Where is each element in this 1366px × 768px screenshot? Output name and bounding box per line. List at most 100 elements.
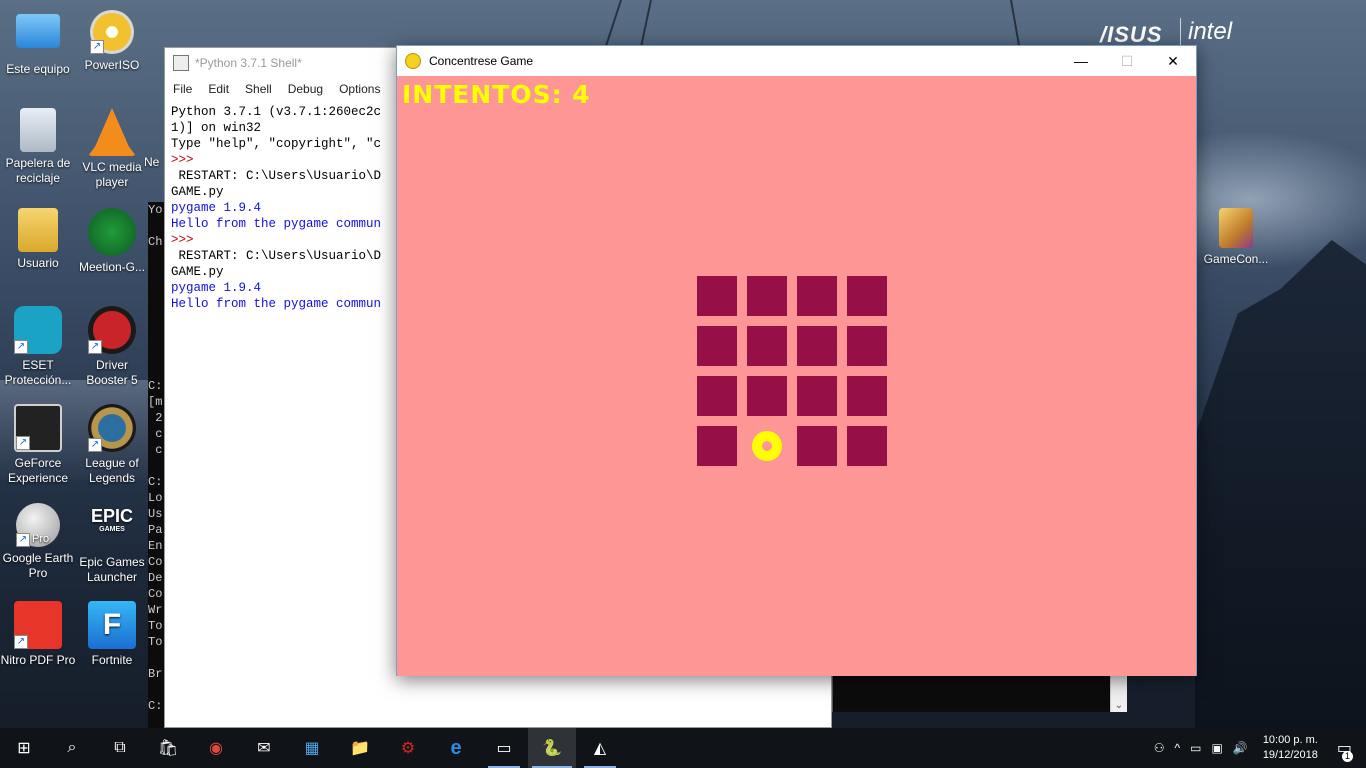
desktop-icon-partial[interactable]: Ne [144, 155, 164, 170]
hidden-tile[interactable] [797, 426, 837, 466]
hidden-tile[interactable] [797, 326, 837, 366]
desktop-icon-fortnite[interactable]: F Fortnite [74, 601, 150, 668]
desktop-icon-meetion[interactable]: Meetion-G... [74, 208, 150, 275]
menu-file[interactable]: File [165, 82, 200, 96]
epic-logo-subtext: GAMES [99, 526, 125, 533]
desktop-icon-geforce[interactable]: ↗ GeForce Experience [0, 404, 76, 486]
shortcut-arrow-icon: ↗ [88, 340, 102, 354]
geforce-icon: ↗ [14, 404, 62, 452]
scroll-down-icon[interactable]: ⌄ [1110, 676, 1127, 712]
desktop-icon-label: PowerISO [84, 58, 140, 72]
taskbar-python[interactable]: 🐍 [528, 728, 576, 768]
store-icon: 🛍 [157, 740, 179, 757]
eset-icon: ↗ [14, 306, 62, 354]
menu-shell[interactable]: Shell [237, 82, 280, 96]
clock-date: 19/12/2018 [1262, 749, 1318, 761]
taskbar-cmd[interactable]: ▭ [480, 728, 528, 768]
clock[interactable]: 10:00 p. m. 19/12/2018 [1263, 733, 1318, 763]
hidden-tile[interactable] [847, 326, 887, 366]
search-icon: ⌕ [67, 739, 77, 756]
close-button[interactable]: ✕ [1150, 46, 1196, 76]
hidden-tile[interactable] [697, 326, 737, 366]
hidden-tile[interactable] [747, 326, 787, 366]
taskbar-edge[interactable]: e [432, 728, 480, 768]
hidden-tile[interactable] [797, 376, 837, 416]
revealed-tile-circle[interactable] [747, 426, 787, 466]
game-canvas[interactable]: INTENTOS: 4 [397, 76, 1196, 676]
maximize-button[interactable]: ☐ [1104, 46, 1150, 76]
taskbar-weather[interactable]: ▦ [288, 728, 336, 768]
menu-edit[interactable]: Edit [200, 82, 237, 96]
menu-options[interactable]: Options [331, 82, 388, 96]
hidden-tile[interactable] [697, 376, 737, 416]
search-button[interactable]: ⌕ [48, 728, 96, 768]
start-button[interactable]: ⊞ [0, 728, 48, 768]
python-icon: 🐍 [542, 740, 562, 757]
nitro-pdf-icon: ↗ [14, 601, 62, 649]
hidden-tile[interactable] [747, 376, 787, 416]
game-folder-icon [1219, 208, 1253, 248]
shortcut-arrow-icon: ↗ [16, 533, 30, 547]
desktop-icon-google-earth[interactable]: ↗ Pro Google Earth Pro [0, 503, 76, 581]
volume-icon[interactable]: 🔊 [1233, 741, 1248, 755]
taskbar-pygame[interactable]: ◭ [576, 728, 624, 768]
desktop-icon-vlc[interactable]: VLC media player [74, 108, 150, 190]
hidden-tile[interactable] [847, 426, 887, 466]
python-file-icon [173, 55, 189, 71]
chevron-up-icon[interactable]: ^ [1175, 741, 1181, 755]
desktop-icon-league[interactable]: ↗ League of Legends [74, 404, 150, 486]
desktop-icon-label: GameCon... [1203, 252, 1269, 266]
task-view-button[interactable]: ⧉ [96, 728, 144, 768]
fortnite-icon: F [88, 601, 136, 649]
hidden-tile[interactable] [797, 276, 837, 316]
taskbar-file-explorer[interactable]: 📁 [336, 728, 384, 768]
desktop-icon-usuario[interactable]: Usuario [0, 208, 76, 271]
shell-title: *Python 3.7.1 Shell* [195, 56, 302, 70]
vlc-cone-icon [88, 108, 136, 156]
window-controls: — ☐ ✕ [1058, 46, 1196, 76]
pro-badge: Pro [32, 533, 50, 545]
minimize-button[interactable]: — [1058, 46, 1104, 76]
taskbar: ⊞ ⌕ ⧉ 🛍 ◉ ✉ ▦ 📁 ⚙ e ▭ 🐍 ◭ ⚇ ^ ▭ ▣ 🔊 10:0… [0, 728, 1366, 768]
hidden-tile[interactable] [847, 276, 887, 316]
network-icon[interactable]: ▣ [1212, 741, 1223, 755]
pygame-icon: ◭ [593, 740, 607, 757]
concentrese-game-window[interactable]: Concentrese Game — ☐ ✕ INTENTOS: 4 [396, 45, 1197, 676]
desktop-icon-gamecon[interactable]: GameCon... [1198, 208, 1274, 267]
cmd-window-bottom[interactable]: ⌄ [832, 676, 1127, 712]
desktop-icon-eset[interactable]: ↗ ESET Protección... [0, 306, 76, 388]
driver-booster-icon: ↗ [88, 306, 136, 354]
battery-icon[interactable]: ▭ [1190, 741, 1201, 755]
desktop-icon-poweriso[interactable]: ↗ PowerISO [74, 10, 150, 73]
taskbar-store[interactable]: 🛍 [144, 728, 192, 768]
desktop-icon-label: League of Legends [85, 456, 139, 485]
circle-center [762, 441, 772, 451]
windows-icon: ⊞ [17, 740, 31, 757]
meetion-icon [88, 208, 136, 256]
desktop-icon-label: Papelera de reciclaje [5, 156, 71, 185]
task-view-icon: ⧉ [114, 739, 126, 756]
desktop-icon-papelera[interactable]: Papelera de reciclaje [0, 108, 76, 186]
game-title: Concentrese Game [429, 54, 534, 68]
epic-logo-text: EPIC [90, 506, 133, 526]
chrome-icon: ◉ [209, 740, 223, 757]
brand-separator [1180, 18, 1181, 48]
desktop-icon-este-equipo[interactable]: Este equipo [0, 10, 76, 77]
desktop-icon-epic[interactable]: EPIC GAMES Epic Games Launcher [74, 503, 150, 585]
desktop-icon-label: GeForce Experience [7, 456, 69, 485]
taskbar-driver-booster[interactable]: ⚙ [384, 728, 432, 768]
desktop-icon-driver-booster[interactable]: ↗ Driver Booster 5 [74, 306, 150, 388]
menu-debug[interactable]: Debug [280, 82, 331, 96]
hidden-tile[interactable] [697, 426, 737, 466]
shortcut-arrow-icon: ↗ [14, 340, 28, 354]
desktop-icon-nitro[interactable]: ↗ Nitro PDF Pro [0, 601, 76, 668]
taskbar-chrome[interactable]: ◉ [192, 728, 240, 768]
intel-logo: intel [1188, 18, 1233, 45]
hidden-tile[interactable] [747, 276, 787, 316]
people-icon[interactable]: ⚇ [1154, 741, 1165, 755]
clock-time: 10:00 p. m. [1262, 734, 1318, 746]
hidden-tile[interactable] [697, 276, 737, 316]
taskbar-mail[interactable]: ✉ [240, 728, 288, 768]
hidden-tile[interactable] [847, 376, 887, 416]
notification-center-icon[interactable]: ▭ 1 [1337, 738, 1353, 762]
